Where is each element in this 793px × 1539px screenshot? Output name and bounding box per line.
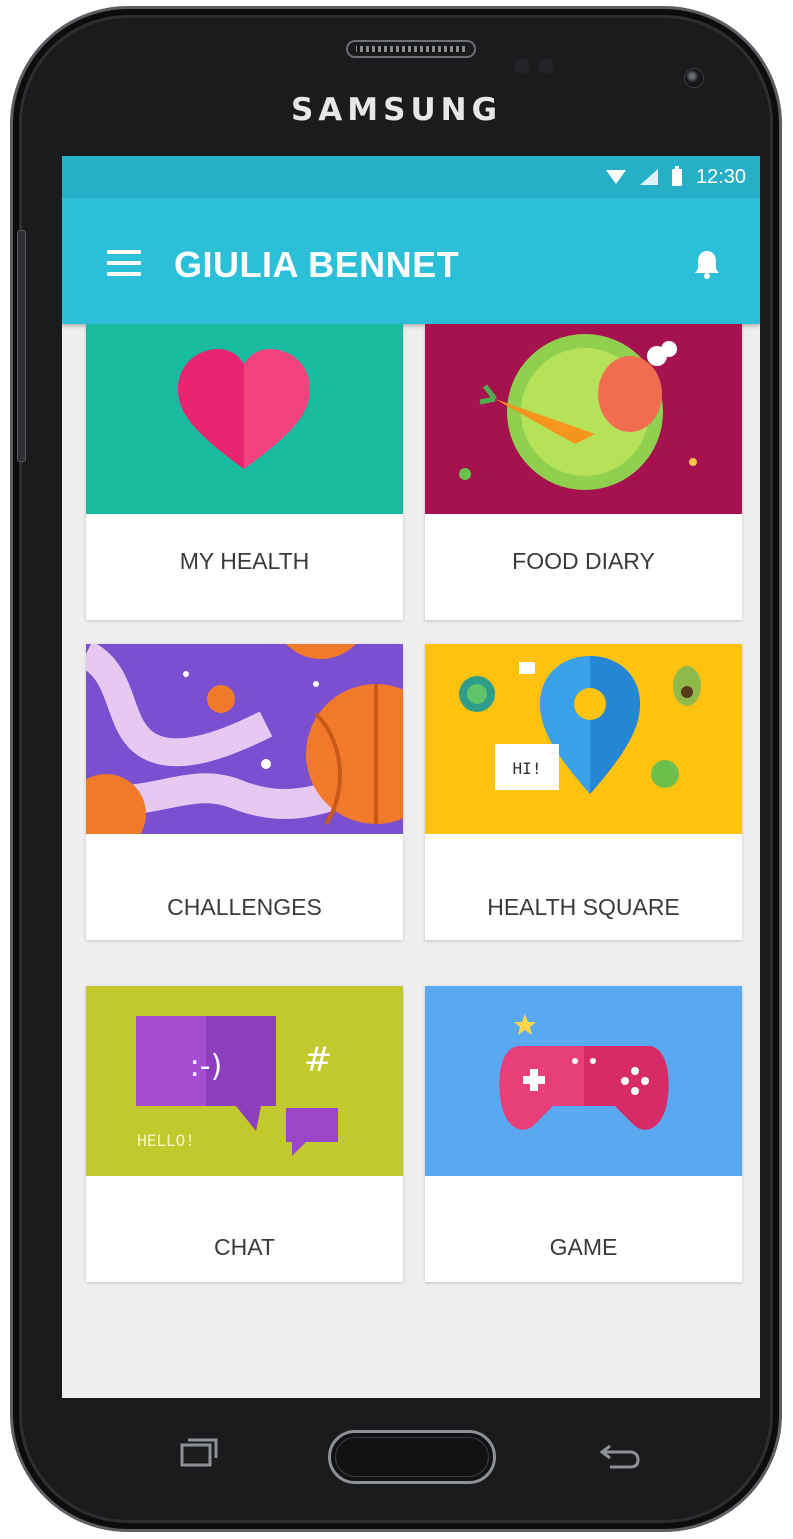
earpiece-speaker (346, 40, 476, 58)
hash-text: # (304, 1040, 333, 1080)
tile-health-square[interactable]: HI! HEALTH SQUARE (425, 644, 742, 940)
tile-art: HI! (425, 644, 742, 834)
tile-art (86, 644, 403, 834)
status-time: 12:30 (695, 165, 746, 188)
status-bar: 12:30 (62, 156, 760, 198)
light-sensor (538, 58, 554, 74)
tile-label: HEALTH SQUARE (487, 894, 680, 920)
signal-icon (639, 169, 658, 185)
wifi-icon (605, 170, 626, 184)
tile-label: FOOD DIARY (512, 548, 655, 574)
tile-label: MY HEALTH (179, 548, 310, 574)
tile-game[interactable]: GAME (425, 986, 742, 1282)
back-icon[interactable] (596, 1436, 642, 1470)
bell-icon[interactable] (692, 248, 722, 280)
plate-icon (425, 324, 742, 514)
tentacle-ball-icon (86, 644, 403, 834)
map-pin-icon: HI! (425, 644, 742, 834)
chat-bubble-icon: :-) # HELLO! (86, 986, 403, 1176)
screen: 12:30 GIULIA BENNET MY HEALTH FOOD DIARY… (62, 156, 760, 1398)
hamburger-menu-icon[interactable] (107, 250, 141, 276)
tile-label: CHALLENGES (167, 894, 322, 920)
app-toolbar: GIULIA BENNET (62, 198, 760, 324)
home-button[interactable] (328, 1430, 496, 1484)
tile-label: CHAT (214, 1234, 275, 1260)
tile-chat[interactable]: :-) # HELLO! CHAT (86, 986, 403, 1282)
smiley-text: :-) (190, 1049, 223, 1084)
tile-label: GAME (549, 1234, 618, 1260)
page-title: GIULIA BENNET (174, 244, 460, 285)
tile-art (425, 986, 742, 1176)
tile-challenges[interactable]: CHALLENGES (86, 644, 403, 940)
tile-art (86, 324, 403, 514)
hello-text: HELLO! (137, 1131, 195, 1150)
proximity-sensor (514, 58, 530, 74)
brand-logo: SAMSUNG (290, 92, 503, 128)
tile-food-diary[interactable]: FOOD DIARY (425, 324, 742, 620)
tile-my-health[interactable]: MY HEALTH (86, 324, 403, 620)
tile-art: :-) # HELLO! (86, 986, 403, 1176)
heart-icon (86, 324, 403, 514)
gamepad-icon (425, 986, 742, 1176)
volume-key (17, 230, 26, 462)
battery-icon (671, 165, 682, 186)
front-camera (684, 68, 704, 88)
recent-apps-icon[interactable] (179, 1438, 219, 1468)
tile-art (425, 324, 742, 514)
bubble-text: HI! (513, 759, 542, 778)
